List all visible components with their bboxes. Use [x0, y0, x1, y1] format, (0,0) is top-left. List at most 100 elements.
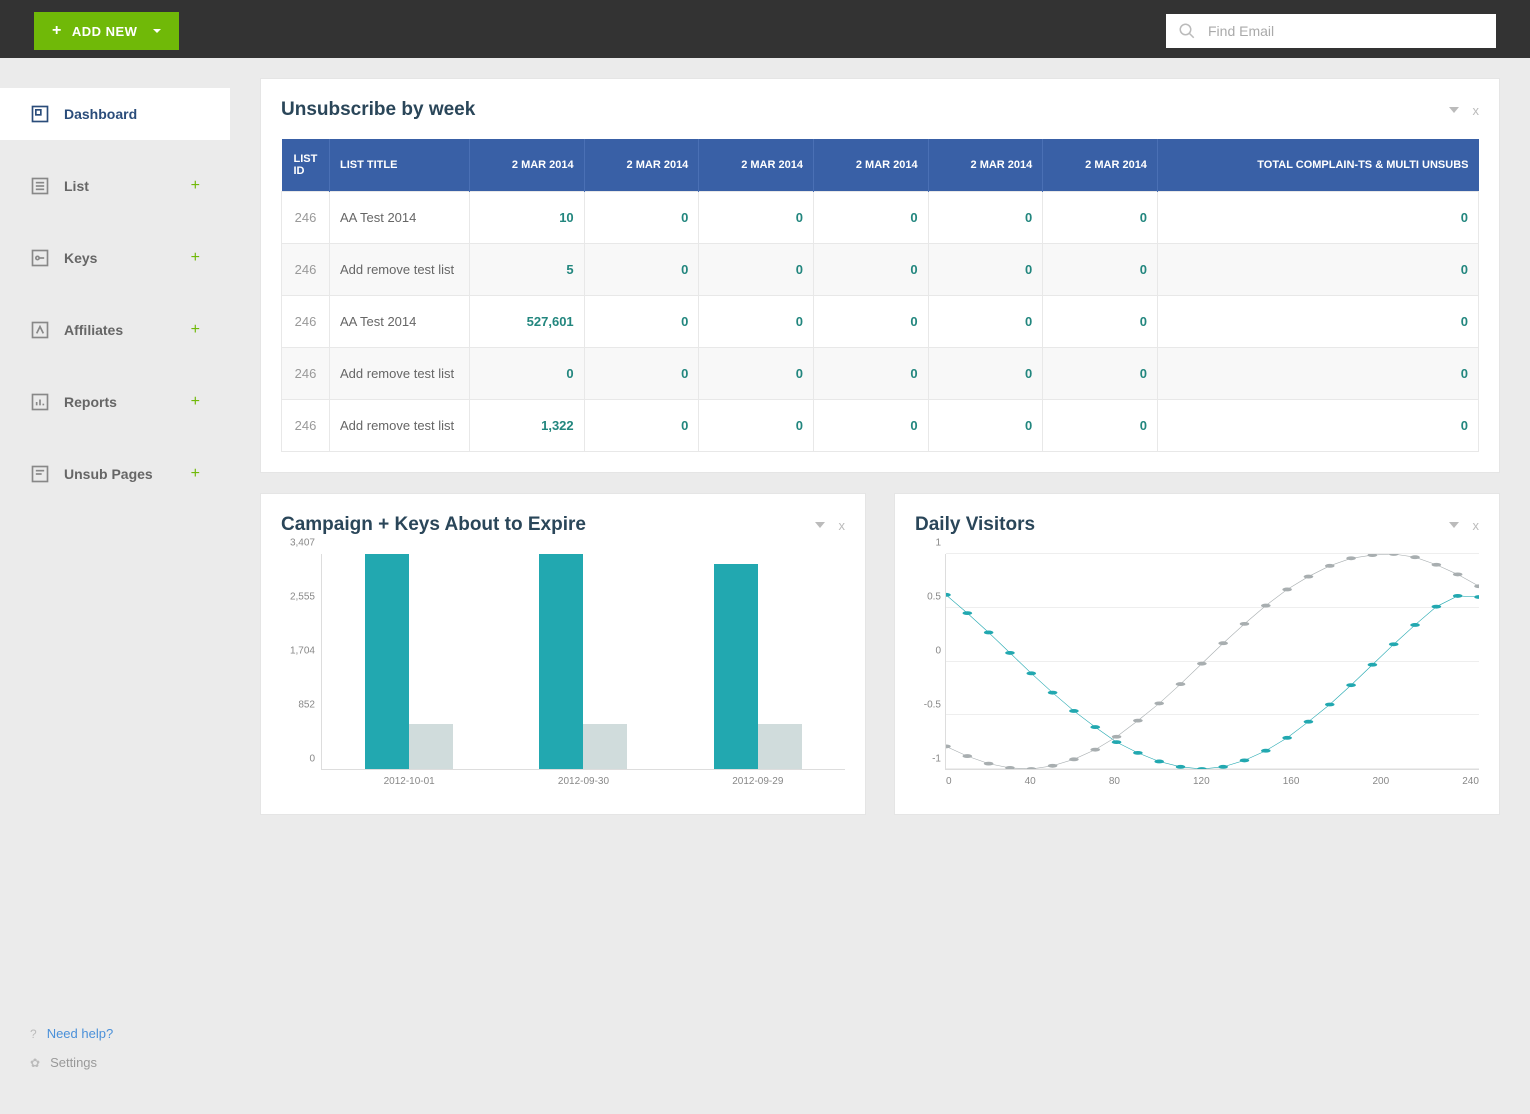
plus-icon[interactable]: + — [191, 249, 200, 267]
plus-icon: + — [52, 22, 62, 40]
add-new-button[interactable]: + ADD NEW — [34, 12, 179, 50]
table-header: 2 MAR 2014 — [699, 139, 814, 192]
sidebar-item-label: Unsub Pages — [64, 466, 153, 482]
table-cell: 0 — [699, 244, 814, 296]
x-tick: 120 — [1193, 776, 1210, 787]
table-cell: 0 — [699, 192, 814, 244]
table-cell: 0 — [699, 400, 814, 452]
plus-icon[interactable]: + — [191, 393, 200, 411]
x-tick: 0 — [946, 776, 952, 787]
panel-menu-icon[interactable] — [1449, 107, 1459, 113]
table-cell: 0 — [928, 348, 1043, 400]
sidebar-item-reports[interactable]: Reports + — [0, 376, 230, 428]
table-cell: 0 — [584, 296, 699, 348]
table-cell: 0 — [928, 192, 1043, 244]
table-cell: 0 — [928, 296, 1043, 348]
table-cell: 1,322 — [470, 400, 585, 452]
sidebar-item-affiliates[interactable]: Affiliates + — [0, 304, 230, 356]
table-cell: 0 — [928, 244, 1043, 296]
settings-label: Settings — [50, 1055, 97, 1070]
reports-icon — [30, 392, 50, 412]
bar — [583, 724, 627, 769]
table-cell: 0 — [1043, 192, 1158, 244]
search-box[interactable] — [1166, 14, 1496, 48]
sidebar-item-label: Dashboard — [64, 106, 137, 122]
close-icon[interactable]: x — [839, 518, 846, 533]
table-header: LIST ID — [282, 139, 330, 192]
plus-icon[interactable]: + — [191, 321, 200, 339]
y-tick: 0 — [309, 754, 315, 765]
table-cell: 0 — [584, 348, 699, 400]
table-cell: 246 — [282, 296, 330, 348]
panel-title: Unsubscribe by week — [281, 99, 475, 121]
sidebar-item-dashboard[interactable]: Dashboard — [0, 88, 230, 140]
table-row: 246AA Test 2014527,601000000 — [282, 296, 1479, 348]
table-cell: 0 — [813, 296, 928, 348]
gear-icon: ✿ — [30, 1056, 40, 1070]
search-icon — [1178, 22, 1196, 40]
x-tick: 160 — [1283, 776, 1300, 787]
unsubscribe-table: LIST IDLIST TITLE2 MAR 20142 MAR 20142 M… — [281, 139, 1479, 452]
table-cell: 246 — [282, 244, 330, 296]
panel-menu-icon[interactable] — [1449, 522, 1459, 528]
sidebar-item-unsub-pages[interactable]: Unsub Pages + — [0, 448, 230, 500]
unsubscribe-panel: Unsubscribe by week x LIST IDLIST TITLE2… — [260, 78, 1500, 473]
panel-title: Daily Visitors — [915, 514, 1035, 536]
x-tick: 200 — [1373, 776, 1390, 787]
table-cell: 0 — [1157, 348, 1478, 400]
table-header: 2 MAR 2014 — [928, 139, 1043, 192]
close-icon[interactable]: x — [1473, 518, 1480, 533]
x-tick: 80 — [1109, 776, 1120, 787]
close-icon[interactable]: x — [1473, 103, 1480, 118]
bar — [714, 564, 758, 769]
table-cell: 0 — [928, 400, 1043, 452]
table-cell: 0 — [813, 348, 928, 400]
table-cell: 0 — [813, 244, 928, 296]
sidebar-item-list[interactable]: List+ — [0, 160, 230, 212]
table-cell: 0 — [813, 400, 928, 452]
sidebar: DashboardList+Keys+Affiliates+Reports+Un… — [0, 58, 230, 1114]
campaign-panel: Campaign + Keys About to Expire x 08521,… — [260, 493, 866, 815]
sidebar-item-label: Reports — [64, 394, 117, 410]
sidebar-item-label: Affiliates — [64, 322, 123, 338]
bar — [365, 554, 409, 769]
help-link[interactable]: ? Need help? — [30, 1026, 113, 1041]
table-cell: 0 — [1157, 296, 1478, 348]
settings-link[interactable]: ✿ Settings — [30, 1055, 113, 1070]
add-new-label: ADD NEW — [72, 24, 138, 39]
table-cell: 527,601 — [470, 296, 585, 348]
y-tick: 0.5 — [927, 592, 941, 603]
visitors-panel: Daily Visitors x -1-0.500.51040801201602… — [894, 493, 1500, 815]
bar-chart: 08521,7042,5553,4072012-10-012012-09-302… — [281, 554, 845, 794]
table-cell: Add remove test list — [330, 244, 470, 296]
table-row: 246AA Test 201410000000 — [282, 192, 1479, 244]
table-cell: 0 — [470, 348, 585, 400]
bar — [539, 554, 583, 769]
table-cell: 0 — [1043, 244, 1158, 296]
table-cell: AA Test 2014 — [330, 296, 470, 348]
plus-icon[interactable]: + — [191, 465, 200, 483]
chevron-down-icon — [153, 29, 161, 33]
unsub-icon — [30, 464, 50, 484]
table-header: 2 MAR 2014 — [470, 139, 585, 192]
y-tick: 2,555 — [290, 592, 315, 603]
table-cell: 0 — [699, 348, 814, 400]
panel-menu-icon[interactable] — [815, 522, 825, 528]
x-tick: 240 — [1462, 776, 1479, 787]
table-cell: 0 — [584, 400, 699, 452]
x-tick: 2012-10-01 — [384, 776, 435, 787]
table-cell: 0 — [1157, 400, 1478, 452]
table-header: LIST TITLE — [330, 139, 470, 192]
line-chart: -1-0.500.5104080120160200240 — [915, 554, 1479, 794]
plus-icon[interactable]: + — [191, 177, 200, 195]
help-label: Need help? — [47, 1026, 114, 1041]
sidebar-item-keys[interactable]: Keys+ — [0, 232, 230, 284]
dashboard-icon — [30, 104, 50, 124]
table-cell: 0 — [1043, 348, 1158, 400]
table-cell: Add remove test list — [330, 400, 470, 452]
search-input[interactable] — [1208, 23, 1484, 39]
table-row: 246Add remove test list1,322000000 — [282, 400, 1479, 452]
table-cell: 5 — [470, 244, 585, 296]
affiliates-icon — [30, 320, 50, 340]
y-tick: -1 — [932, 754, 941, 765]
